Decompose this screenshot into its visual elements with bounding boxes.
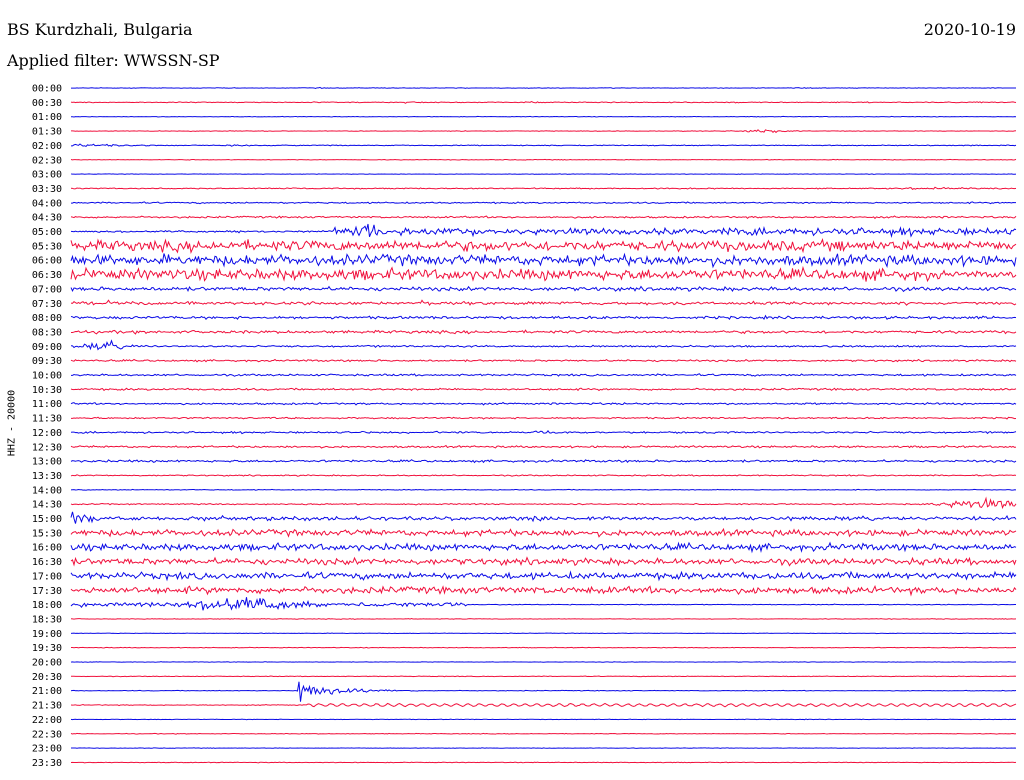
trace-line: [70, 570, 1017, 582]
trace-line: [70, 252, 1017, 269]
time-label: 22:00: [32, 715, 62, 726]
time-label: 13:00: [32, 457, 62, 468]
time-label: 19:00: [32, 629, 62, 640]
trace-line: [70, 201, 1017, 205]
helicorder-plot: 00:00 00:30 01:00 01:30 02:00 02:30 03:00 03:30…: [32, 84, 1017, 769]
trace-line: [70, 597, 1017, 611]
trace-line: [70, 186, 1017, 190]
trace-line: [70, 143, 1017, 148]
time-label: 00:00: [32, 84, 62, 95]
trace-line: [70, 339, 1017, 351]
time-label: 00:30: [32, 98, 62, 109]
trace-line: [70, 373, 1017, 377]
time-label: 05:00: [32, 227, 62, 238]
time-label: 16:00: [32, 543, 62, 554]
time-label: 19:30: [32, 643, 62, 654]
trace-line: [70, 632, 1017, 635]
time-label: 06:00: [32, 256, 62, 267]
trace-line: [70, 496, 1017, 510]
trace-line: [70, 474, 1017, 477]
trace-line: [70, 681, 1017, 702]
trace-line: [70, 173, 1017, 175]
trace-line: [70, 718, 1017, 721]
time-label: 22:30: [32, 729, 62, 740]
time-label: 12:30: [32, 442, 62, 453]
trace-line: [70, 401, 1017, 406]
time-label: 18:00: [32, 600, 62, 611]
trace-line: [70, 646, 1017, 649]
trace-line: [70, 416, 1017, 420]
time-label: 10:00: [32, 371, 62, 382]
trace-line: [70, 299, 1017, 306]
trace-line: [70, 358, 1017, 363]
time-label: 10:30: [32, 385, 62, 396]
time-label: 05:30: [32, 241, 62, 252]
time-label: 01:00: [32, 112, 62, 123]
time-label: 11:30: [32, 414, 62, 425]
time-label: 08:30: [32, 327, 62, 338]
time-label: 16:30: [32, 557, 62, 568]
trace-line: [70, 511, 1017, 524]
time-label: 15:00: [32, 514, 62, 525]
trace-line: [70, 265, 1017, 283]
time-label: 18:30: [32, 614, 62, 625]
trace-line: [70, 527, 1017, 538]
trace-line: [70, 430, 1017, 435]
trace-line: [70, 223, 1017, 238]
time-label: 23:00: [32, 744, 62, 755]
trace-line: [70, 584, 1017, 597]
time-label: 13:30: [32, 471, 62, 482]
trace-line: [70, 618, 1017, 620]
trace-line: [70, 761, 1017, 764]
trace-line: [70, 459, 1017, 464]
time-label: 20:30: [32, 672, 62, 683]
trace-line: [70, 675, 1017, 678]
trace-line: [70, 215, 1017, 220]
time-label: 02:00: [32, 141, 62, 152]
trace-line: [70, 556, 1017, 567]
time-label: 23:30: [32, 758, 62, 769]
time-label: 07:30: [32, 299, 62, 310]
trace-line: [70, 129, 1017, 134]
time-label: 11:00: [32, 399, 62, 410]
time-label: 06:30: [32, 270, 62, 281]
trace-line: [70, 329, 1017, 335]
time-label: 17:00: [32, 571, 62, 582]
trace-line: [71, 86, 1017, 89]
trace-line: [70, 387, 1017, 392]
trace-line: [70, 101, 1017, 104]
time-label: 03:00: [32, 170, 62, 181]
time-label: 07:00: [32, 284, 62, 295]
time-label: 09:30: [32, 356, 62, 367]
time-label: 12:00: [32, 428, 62, 439]
time-label: 04:00: [32, 198, 62, 209]
trace-line: [70, 488, 1017, 491]
time-label: 14:30: [32, 500, 62, 511]
time-label: 09:00: [32, 342, 62, 353]
trace-line: [70, 541, 1017, 554]
time-label: 17:30: [32, 586, 62, 597]
time-label: 02:30: [32, 155, 62, 166]
time-label: 03:30: [32, 184, 62, 195]
time-label: 21:00: [32, 686, 62, 697]
trace-line: [70, 314, 1017, 321]
trace-line: [70, 158, 1017, 161]
trace-line: [70, 661, 1017, 663]
trace-line: [70, 115, 1017, 118]
trace-line: [70, 444, 1017, 449]
time-label: 01:30: [32, 127, 62, 138]
trace-line: [70, 285, 1017, 293]
trace-line: [70, 702, 1017, 708]
time-label: 15:30: [32, 528, 62, 539]
time-label: 21:30: [32, 701, 62, 712]
trace-line: [70, 732, 1017, 735]
time-label: 04:30: [32, 213, 62, 224]
time-label: 14:00: [32, 485, 62, 496]
time-label: 08:00: [32, 313, 62, 324]
time-label: 20:00: [32, 658, 62, 669]
trace-line: [70, 237, 1017, 255]
trace-line: [70, 747, 1017, 749]
